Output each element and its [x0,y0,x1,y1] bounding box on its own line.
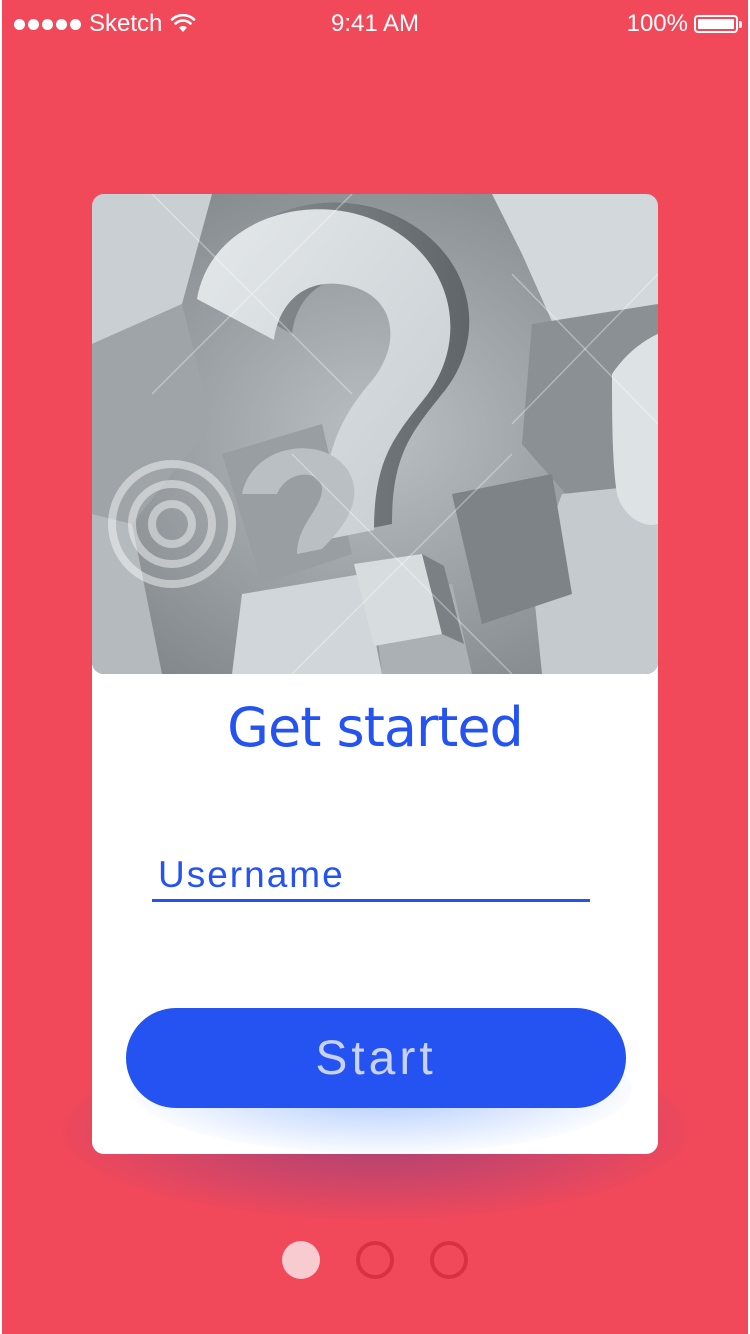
get-started-card: Get started Start [92,194,658,1154]
page-indicator [2,1240,748,1280]
battery-percent: 100% [626,10,688,37]
username-input[interactable] [152,850,590,902]
question-marks-image [92,194,658,674]
status-bar: Sketch 9:41 AM 100% [2,0,748,44]
page-dot-1[interactable] [282,1241,320,1279]
start-button[interactable]: Start [126,1008,626,1108]
app-screen: Sketch 9:41 AM 100% Get started Username… [2,0,748,1334]
status-right: 100% [626,10,742,38]
page-dot-3[interactable] [430,1241,468,1279]
page-title: Get started [227,696,524,759]
page-dot-2[interactable] [356,1241,394,1279]
battery-icon [694,15,742,33]
